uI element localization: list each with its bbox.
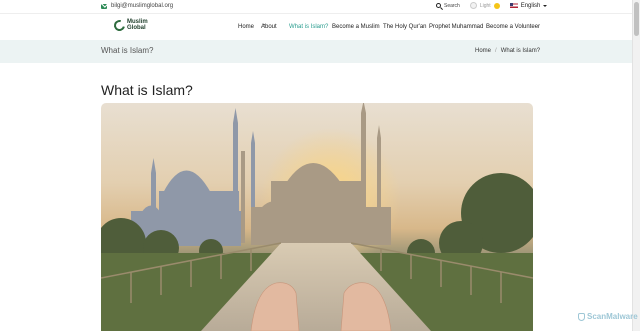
breadcrumb-current: What is Islam?: [500, 48, 541, 54]
theme-toggle-track: [469, 2, 477, 9]
crescent-logo-icon: [111, 17, 128, 33]
site-logo[interactable]: Muslim Global: [111, 17, 148, 33]
chevron-down-icon: [543, 4, 548, 7]
breadcrumb-separator: /: [495, 48, 497, 54]
logo-text: Muslim Global: [127, 19, 148, 31]
logo-line-2: Global: [127, 25, 146, 31]
top-bar: bilgi@muslimglobal.org Search Light Engl…: [0, 0, 632, 13]
left-mosque: [131, 108, 255, 246]
chevron-down-icon: [263, 24, 265, 26]
nav-item-become-muslim[interactable]: Become a Muslim: [332, 24, 380, 30]
search-icon: [436, 3, 441, 8]
search-button[interactable]: Search: [436, 3, 460, 9]
watermark: ScanMalware: [578, 312, 638, 321]
mosque-sunset-image: [101, 103, 533, 331]
watermark-text: ScanMalware: [587, 312, 638, 321]
nav-item-what-is-islam[interactable]: What is Islam?: [289, 24, 328, 30]
banner-title: What is Islam?: [101, 46, 154, 55]
theme-label: Light: [479, 2, 491, 9]
envelope-icon: [101, 3, 107, 9]
page-banner: What is Islam? Home / What is Islam?: [0, 40, 632, 63]
shield-icon: [578, 312, 585, 321]
email-text: bilgi@muslimglobal.org: [111, 3, 174, 9]
nav-item-home[interactable]: Home: [238, 24, 254, 30]
nav-item-holy-quran[interactable]: The Holy Qur'an: [383, 24, 427, 30]
breadcrumb: Home / What is Islam?: [475, 48, 540, 54]
language-selector[interactable]: English: [509, 2, 548, 9]
page-title: What is Islam?: [101, 82, 193, 98]
nav-item-prophet-muhammad[interactable]: Prophet Muhammad: [429, 24, 483, 30]
main-navbar: Muslim Global Home About What is Islam? …: [0, 13, 632, 40]
language-label: English: [520, 2, 541, 9]
contact-email[interactable]: bilgi@muslimglobal.org: [101, 3, 173, 9]
page-scrollbar[interactable]: [632, 0, 640, 331]
top-actions: Search Light English: [436, 2, 548, 9]
us-flag-icon: [509, 3, 518, 8]
scrollbar-thumb[interactable]: [634, 2, 639, 36]
sun-icon: [493, 2, 500, 9]
theme-toggle[interactable]: Light: [469, 2, 500, 9]
search-label: Search: [444, 2, 460, 9]
breadcrumb-home[interactable]: Home: [475, 48, 491, 54]
hero-image: [101, 103, 533, 331]
nav-item-become-volunteer[interactable]: Become a Volunteer: [486, 24, 540, 30]
